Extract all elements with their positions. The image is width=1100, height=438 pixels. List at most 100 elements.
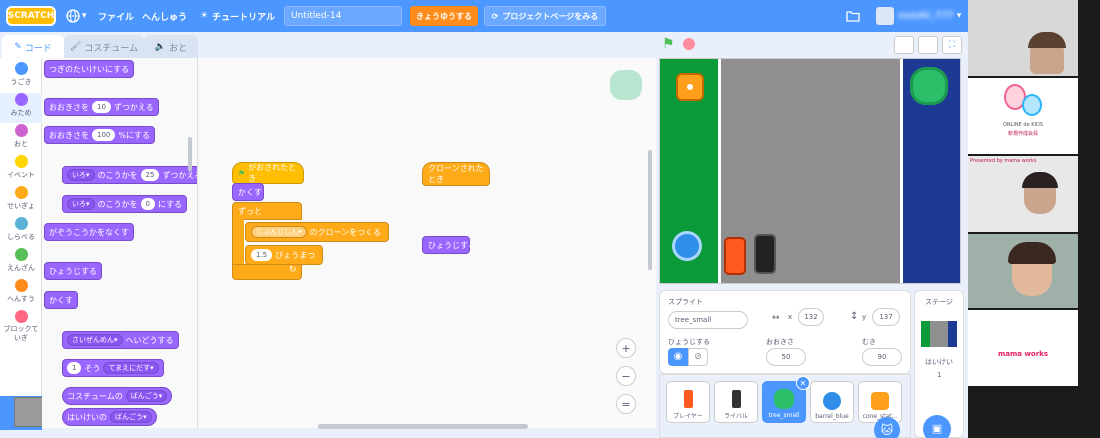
- block-go-to-layer[interactable]: さいぜんめん ▾ へいどうする: [62, 331, 179, 349]
- show-visible-toggle[interactable]: ◉: [668, 348, 688, 366]
- code-icon: ✎: [14, 42, 22, 52]
- add-sprite-button[interactable]: 🐱: [874, 417, 900, 438]
- sprite-tile[interactable]: プレイヤー: [666, 381, 710, 423]
- category-control[interactable]: せいぎょ: [0, 186, 42, 216]
- number-dropdown[interactable]: ばんごう ▾: [125, 390, 168, 402]
- block-go-forward-layers[interactable]: 1 そう てまえにだす ▾: [62, 359, 164, 377]
- player-car-sprite[interactable]: [724, 237, 746, 275]
- zoom-reset-button[interactable]: =: [616, 394, 636, 414]
- scratch-logo[interactable]: SCRATCH: [6, 6, 56, 26]
- block-input[interactable]: 100: [92, 129, 116, 141]
- block-next-costume[interactable]: つぎのたいけいにする: [44, 60, 135, 78]
- category-looks[interactable]: みため: [0, 93, 42, 123]
- fullscreen-icon[interactable]: ⛶: [942, 36, 962, 54]
- category-operators[interactable]: えんざん: [0, 248, 42, 278]
- project-title-input[interactable]: [284, 6, 402, 26]
- project-page-label: プロジェクトページをみる: [502, 11, 599, 21]
- category-events[interactable]: イベント: [0, 155, 42, 185]
- sprite-tile[interactable]: barrel_blue: [810, 381, 854, 423]
- effect-dropdown[interactable]: いろ ▾: [67, 198, 95, 210]
- category-label: しらべる: [7, 233, 35, 241]
- delete-sprite-icon[interactable]: ✕: [796, 376, 810, 390]
- block-create-clone[interactable]: じぶんじしん ▾ のクローンをつくる: [245, 222, 389, 242]
- tutorial-menu[interactable]: ☀ チュートリアル: [200, 0, 275, 32]
- block-when-clone-starts[interactable]: クローンされたとき: [422, 162, 490, 186]
- green-flag-icon[interactable]: ⚑: [662, 36, 675, 52]
- participant-hair: [1022, 172, 1058, 188]
- backdrop-label: はいけい: [925, 358, 953, 366]
- stop-icon[interactable]: [683, 38, 695, 50]
- small-stage-icon[interactable]: [894, 36, 914, 54]
- block-hide[interactable]: かくす: [44, 291, 78, 309]
- clone-target-dropdown[interactable]: じぶんじしん ▾: [251, 226, 307, 238]
- barrel-sprite[interactable]: [672, 231, 702, 261]
- cone-sprite[interactable]: [676, 73, 704, 101]
- stage[interactable]: [659, 58, 961, 284]
- scratch-editor: SCRATCH ▾ ファイル へんしゅう ☀チュートリアル きょうゆうする ⟳プ…: [0, 0, 968, 438]
- code-workspace[interactable]: ⚑ がおされたとき かくす ずっと ↻ じぶんじしん ▾ のクローンをつくる 1.5 び…: [198, 58, 656, 428]
- category-label: イベント: [7, 171, 35, 179]
- category-motion[interactable]: うごき: [0, 62, 42, 92]
- add-backdrop-button[interactable]: ▣: [923, 415, 951, 438]
- block-wait[interactable]: 1.5 びょうまつ: [245, 245, 323, 265]
- sprite-tile[interactable]: cone_stat...: [858, 381, 902, 423]
- category-sensing[interactable]: しらべる: [0, 217, 42, 247]
- direction-dropdown[interactable]: てまえにだす ▾: [103, 362, 159, 374]
- workspace-hscroll[interactable]: [318, 424, 528, 429]
- account-menu[interactable]: suzuki_777 ▾: [876, 0, 961, 32]
- size-input[interactable]: 50: [766, 348, 806, 366]
- block-hide[interactable]: かくす: [232, 183, 264, 201]
- category-my-blocks[interactable]: ブロックていぎ: [0, 310, 42, 346]
- x-input[interactable]: 132: [798, 308, 824, 326]
- rival-car-sprite[interactable]: [754, 234, 776, 274]
- block-change-size[interactable]: おおきさを 10 ずつかえる: [44, 98, 159, 116]
- layer-dropdown[interactable]: さいぜんめん ▾: [67, 334, 123, 346]
- folder-icon[interactable]: [846, 0, 860, 32]
- sprite-thumb: [871, 392, 889, 410]
- tab-code[interactable]: ✎ コード: [2, 35, 64, 59]
- tab-costume[interactable]: 🖌 コスチューム: [64, 35, 144, 59]
- block-backdrop-number[interactable]: はいけいの ばんごう ▾: [62, 408, 157, 426]
- tree-sprite[interactable]: [910, 67, 948, 105]
- block-input[interactable]: 1: [67, 362, 82, 374]
- block-set-size[interactable]: おおきさを 100 %にする: [44, 126, 156, 144]
- category-label: みため: [10, 109, 32, 117]
- sprite-thumb: [823, 392, 841, 410]
- participant-hair: [1028, 32, 1066, 48]
- number-dropdown[interactable]: ばんごう ▾: [110, 411, 152, 423]
- share-button[interactable]: きょうゆうする: [410, 6, 478, 26]
- file-menu[interactable]: ファイル: [98, 0, 134, 32]
- block-show[interactable]: ひょうじする: [44, 262, 102, 280]
- category-sound[interactable]: おと: [0, 124, 42, 154]
- sprite-name-input[interactable]: [668, 311, 748, 329]
- block-input[interactable]: 25: [140, 169, 160, 181]
- wait-input[interactable]: 1.5: [251, 249, 273, 261]
- zoom-out-button[interactable]: −: [616, 366, 636, 386]
- show-hidden-toggle[interactable]: ⊘: [688, 348, 708, 366]
- tab-sound[interactable]: 🔈 おと: [144, 35, 198, 59]
- y-input[interactable]: 137: [872, 308, 900, 326]
- block-text: のこうかを: [97, 170, 138, 180]
- palette-scrollbar[interactable]: [188, 137, 192, 171]
- block-input[interactable]: 10: [92, 101, 111, 113]
- large-stage-icon[interactable]: [918, 36, 938, 54]
- edit-menu[interactable]: へんしゅう: [142, 0, 187, 32]
- zoom-in-button[interactable]: +: [616, 338, 636, 358]
- video-tile-logo: ONLINE de KIDS 新規作成会員: [968, 78, 1078, 154]
- effect-dropdown[interactable]: いろ ▾: [67, 169, 95, 181]
- category-variables[interactable]: へんすう: [0, 279, 42, 309]
- block-show[interactable]: ひょうじする: [422, 236, 476, 254]
- workspace-vscroll[interactable]: [648, 150, 652, 270]
- block-when-flag-clicked[interactable]: ⚑ がおされたとき: [232, 162, 304, 184]
- project-page-button[interactable]: ⟳ プロジェクトページをみる: [484, 6, 606, 26]
- block-input[interactable]: 0: [140, 198, 155, 210]
- sprite-tile[interactable]: ライバル: [714, 381, 758, 423]
- block-clear-effects[interactable]: がぞうこうかをなくす: [44, 223, 134, 241]
- stage-target-pane[interactable]: ステージ はいけい 1 ▣: [914, 290, 964, 438]
- block-change-effect[interactable]: いろ▾のこうかを25ずつかえる: [62, 166, 197, 184]
- sprite-tile-label: プレイヤー: [673, 413, 703, 420]
- block-set-effect[interactable]: いろ ▾ のこうかを 0 にする: [62, 195, 188, 213]
- direction-input[interactable]: 90: [862, 348, 902, 366]
- globe-icon[interactable]: ▾: [66, 0, 87, 32]
- block-costume-number[interactable]: コスチュームの ばんごう ▾: [62, 387, 173, 405]
